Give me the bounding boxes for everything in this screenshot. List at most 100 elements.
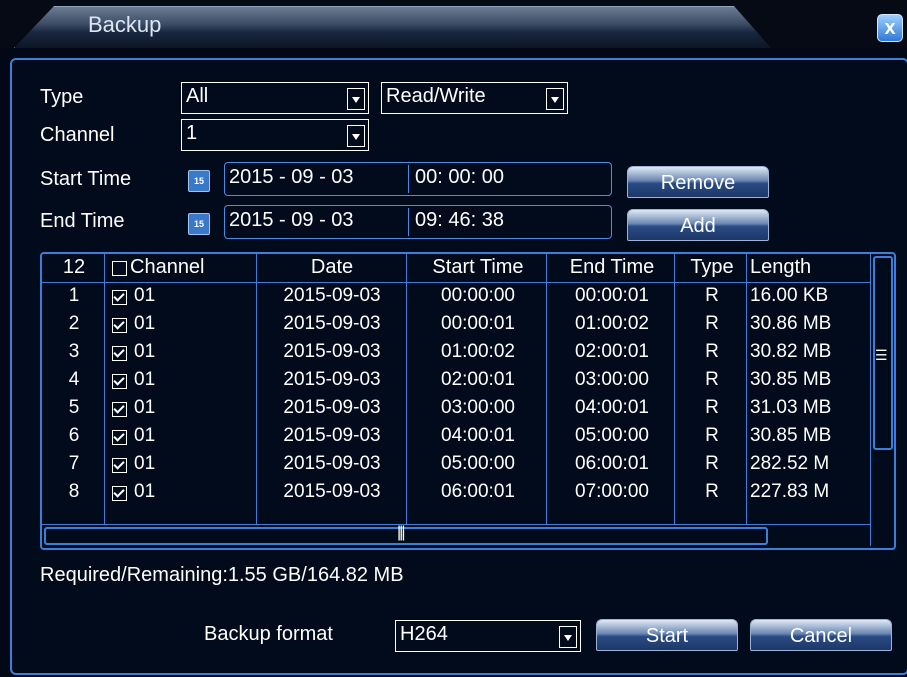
cell-date: 2015-09-03 (283, 453, 381, 474)
cell-type: R (705, 285, 719, 306)
cell-start: 03:00:00 (441, 397, 515, 418)
start-date[interactable]: 2015 - 09 - 03 (229, 166, 354, 189)
row-checkbox[interactable] (112, 430, 127, 445)
table-row[interactable]: 4 01 2015-09-03 02:00:01 03:00:00 R 30.85 MB (42, 368, 870, 394)
calendar-icon[interactable]: 15 (188, 170, 210, 192)
cell-start: 06:00:01 (441, 481, 515, 502)
cell-date: 2015-09-03 (283, 425, 381, 446)
channel-value: 1 (186, 122, 198, 144)
cell-end: 00:00:01 (575, 285, 649, 306)
cell-type: R (705, 453, 719, 474)
count-header: 12 (62, 256, 86, 278)
chevron-down-icon[interactable] (559, 626, 577, 648)
cell-length: 30.86 MB (750, 313, 832, 334)
start-time-header[interactable]: Start Time (408, 256, 548, 279)
row-checkbox[interactable] (112, 374, 127, 389)
end-time[interactable]: 09: 46: 38 (415, 209, 504, 232)
chevron-down-icon[interactable] (546, 88, 564, 110)
cell-type: R (705, 425, 719, 446)
cell-channel: 01 (134, 313, 156, 334)
row-checkbox[interactable] (112, 346, 127, 361)
table-row[interactable]: 5 01 2015-09-03 03:00:00 04:00:01 R 31.03 MB (42, 396, 870, 422)
backup-format-value: H264 (400, 623, 448, 645)
table-row[interactable]: 3 01 2015-09-03 01:00:02 02:00:01 R 30.82 MB (42, 340, 870, 366)
end-date[interactable]: 2015 - 09 - 03 (229, 209, 354, 232)
type-select[interactable]: All (181, 82, 369, 114)
cell-length: 282.52 M (750, 453, 830, 474)
remove-button[interactable]: Remove (627, 166, 769, 198)
cell-start: 05:00:00 (441, 453, 515, 474)
table-row[interactable]: 7 01 2015-09-03 05:00:00 06:00:01 R 282.52 M (42, 452, 870, 478)
row-checkbox[interactable] (112, 486, 127, 501)
cell-type: R (705, 481, 719, 502)
cell-type: R (705, 313, 719, 334)
cell-start: 00:00:00 (441, 285, 515, 306)
cell-start: 04:00:01 (441, 425, 515, 446)
cell-channel: 01 (134, 341, 156, 362)
row-checkbox[interactable] (112, 458, 127, 473)
end-time-header[interactable]: End Time (548, 256, 676, 279)
channel-label: Channel (40, 124, 115, 146)
channel-header[interactable]: Channel (130, 256, 250, 279)
cell-n: 7 (68, 453, 80, 474)
table-row[interactable]: 8 01 2015-09-03 06:00:01 07:00:00 R 227.83 M (42, 480, 870, 506)
cell-date: 2015-09-03 (283, 313, 381, 334)
mode-select[interactable]: Read/Write (381, 82, 568, 114)
recordings-table: 12 Channel Date Start Time End Time Type… (40, 252, 896, 550)
cell-type: R (705, 341, 719, 362)
type-header[interactable]: Type (676, 256, 748, 279)
chevron-down-icon[interactable] (347, 88, 365, 110)
table-row[interactable]: 6 01 2015-09-03 04:00:01 05:00:00 R 30.85 MB (42, 424, 870, 450)
cell-date: 2015-09-03 (283, 369, 381, 390)
cell-end: 03:00:00 (575, 369, 649, 390)
backup-format-select[interactable]: H264 (395, 620, 581, 652)
divider (408, 165, 409, 193)
type-label: Type (40, 86, 84, 108)
cell-n: 8 (68, 481, 80, 502)
cell-end: 05:00:00 (575, 425, 649, 446)
cell-end: 04:00:01 (575, 397, 649, 418)
backup-window: Backup x Type All Read/Write Channel 1 S… (0, 0, 907, 677)
row-checkbox[interactable] (112, 402, 127, 417)
vertical-scrollbar[interactable] (870, 254, 893, 546)
start-time[interactable]: 00: 00: 00 (415, 166, 504, 189)
end-time-field[interactable]: 2015 - 09 - 03 09: 46: 38 (224, 205, 612, 239)
cell-date: 2015-09-03 (283, 397, 381, 418)
add-button[interactable]: Add (627, 209, 769, 241)
horizontal-scroll-thumb[interactable] (44, 527, 768, 545)
start-button[interactable]: Start (596, 619, 738, 651)
horizontal-scrollbar[interactable] (42, 524, 870, 547)
cell-type: R (705, 397, 719, 418)
end-time-label: End Time (40, 210, 125, 232)
length-header[interactable]: Length (750, 256, 860, 279)
channel-select[interactable]: 1 (181, 119, 369, 151)
cell-end: 07:00:00 (575, 481, 649, 502)
mode-value: Read/Write (386, 85, 486, 107)
row-checkbox[interactable] (112, 290, 127, 305)
grip-icon: ☰ (875, 347, 888, 363)
table-row[interactable]: 1 01 2015-09-03 00:00:00 00:00:01 R 16.00 KB (42, 284, 870, 310)
cancel-button[interactable]: Cancel (750, 619, 892, 651)
cell-type: R (705, 369, 719, 390)
start-time-field[interactable]: 2015 - 09 - 03 00: 00: 00 (224, 162, 612, 196)
cell-n: 6 (68, 425, 80, 446)
cell-date: 2015-09-03 (283, 285, 381, 306)
type-value: All (186, 85, 209, 107)
date-header[interactable]: Date (258, 256, 406, 279)
cell-start: 01:00:02 (441, 341, 515, 362)
close-button[interactable]: x (877, 14, 903, 42)
row-checkbox[interactable] (112, 318, 127, 333)
backup-format-label: Backup format (204, 623, 333, 645)
cell-end: 01:00:02 (575, 313, 649, 334)
calendar-icon[interactable]: 15 (188, 213, 210, 235)
cell-channel: 01 (134, 481, 156, 502)
cell-n: 2 (68, 313, 80, 334)
cell-n: 3 (68, 341, 80, 362)
cell-length: 16.00 KB (750, 285, 829, 306)
cell-length: 227.83 M (750, 481, 830, 502)
table-row[interactable]: 2 01 2015-09-03 00:00:01 01:00:02 R 30.86 MB (42, 312, 870, 338)
chevron-down-icon[interactable] (347, 125, 365, 147)
cell-n: 1 (68, 285, 80, 306)
select-all-checkbox[interactable] (112, 261, 127, 276)
required-remaining-text: Required/Remaining:1.55 GB/164.82 MB (40, 564, 404, 586)
